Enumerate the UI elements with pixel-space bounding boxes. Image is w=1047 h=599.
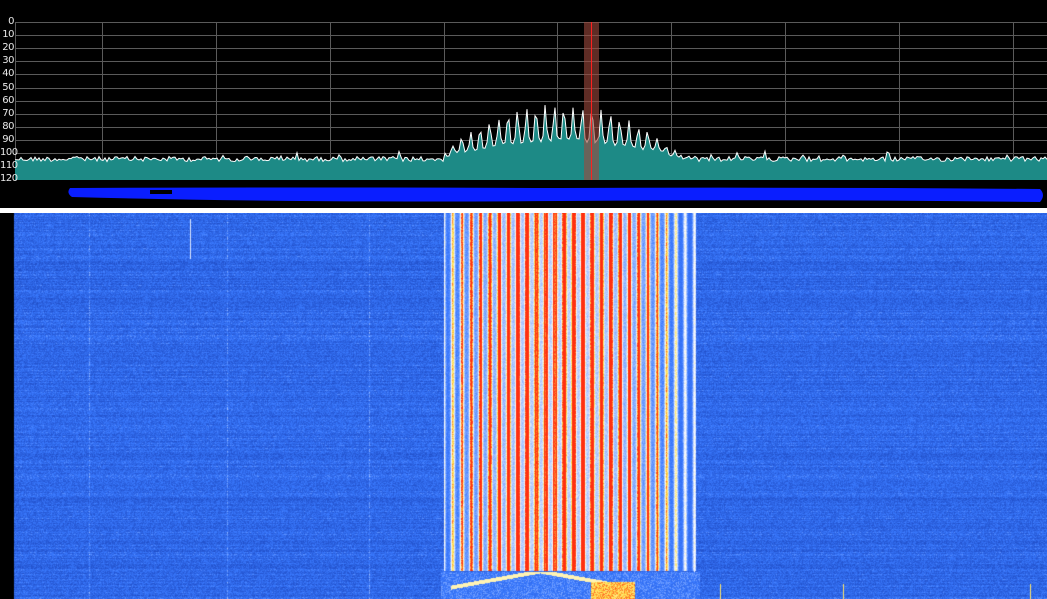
- db-scale-label: 60: [2, 94, 14, 106]
- spectrum-plot[interactable]: [0, 0, 1047, 185]
- db-scale-label: 80: [2, 120, 14, 132]
- scale-notch: [150, 190, 172, 194]
- db-scale-label: 10: [2, 29, 14, 41]
- db-scale-label: 90: [2, 133, 14, 145]
- db-scale-label: 40: [2, 68, 14, 80]
- frequency-scale-bar[interactable]: [0, 185, 1047, 208]
- frequency-scale-shape: [68, 187, 1043, 202]
- db-scale-label: 110: [0, 160, 18, 172]
- db-scale-label: 70: [2, 107, 14, 119]
- db-scale-label: 50: [2, 81, 14, 93]
- db-scale-label: 120: [0, 173, 18, 185]
- db-scale-label: 100: [0, 147, 18, 158]
- db-scale-label: 0: [8, 16, 14, 27]
- waterfall-panel[interactable]: [0, 213, 1047, 599]
- waterfall-display[interactable]: [0, 213, 1047, 599]
- db-scale-label: 30: [2, 55, 14, 67]
- spectrum-panel[interactable]: 0 10 20 30 40 50 60 70 80 90 100 110 120: [0, 0, 1047, 185]
- spectrum-fill: [15, 105, 1047, 180]
- frequency-scale-shape-fill: [68, 187, 1043, 202]
- db-scale-label: 20: [2, 42, 14, 54]
